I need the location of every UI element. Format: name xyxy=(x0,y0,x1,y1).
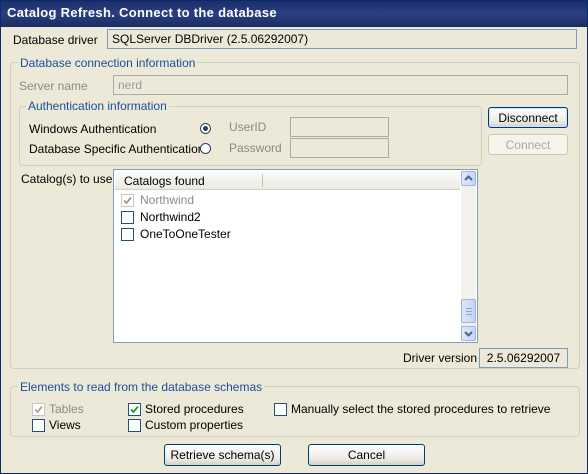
elements-group-legend: Elements to read from the database schem… xyxy=(18,380,265,394)
check-icon xyxy=(130,405,139,414)
catalogs-scrollbar[interactable] xyxy=(461,171,476,341)
authentication-group xyxy=(19,106,482,166)
catalogs-list-header[interactable]: Catalogs found xyxy=(115,171,460,190)
server-name-label: Server name xyxy=(19,79,88,93)
catalogs-found-column-header[interactable]: Catalogs found xyxy=(124,174,205,188)
catalog-checkbox[interactable] xyxy=(121,228,134,241)
catalog-name: Northwind xyxy=(140,193,195,207)
driver-version-field: 2.5.06292007 xyxy=(479,348,568,368)
database-auth-radio[interactable] xyxy=(200,143,211,154)
check-icon xyxy=(34,405,43,414)
tables-checkbox[interactable] xyxy=(32,403,45,416)
scroll-up-arrow-icon xyxy=(464,175,473,181)
scroll-thumb[interactable] xyxy=(461,299,476,323)
database-auth-label: Database Specific Authentication xyxy=(29,142,205,156)
disconnect-button[interactable]: Disconnect xyxy=(488,107,568,128)
connection-group-legend: Database connection information xyxy=(18,56,198,70)
manual-select-label: Manually select the stored procedures to… xyxy=(291,402,551,416)
stored-procedures-label: Stored procedures xyxy=(145,402,244,416)
check-icon xyxy=(123,196,132,205)
window-title: Catalog Refresh. Connect to the database xyxy=(7,5,277,20)
title-bar[interactable]: Catalog Refresh. Connect to the database xyxy=(1,1,587,27)
userid-input[interactable] xyxy=(290,117,389,137)
password-label: Password xyxy=(229,141,282,155)
catalog-checkbox[interactable] xyxy=(121,211,134,224)
database-driver-label: Database driver xyxy=(13,33,98,47)
manual-select-checkbox[interactable] xyxy=(274,403,287,416)
scroll-down-button[interactable] xyxy=(461,326,476,341)
radio-selected-dot xyxy=(203,126,208,131)
server-name-input[interactable]: nerd xyxy=(113,75,568,95)
userid-label: UserID xyxy=(229,120,267,134)
scroll-down-arrow-icon xyxy=(464,331,473,337)
tables-label: Tables xyxy=(49,402,84,416)
password-input[interactable] xyxy=(290,138,389,158)
connect-button[interactable]: Connect xyxy=(488,134,568,155)
catalogs-list[interactable]: Catalogs found Northwind Northwind2 OneT… xyxy=(113,169,478,343)
catalog-refresh-dialog: Catalog Refresh. Connect to the database… xyxy=(0,0,588,474)
custom-properties-label: Custom properties xyxy=(145,418,244,432)
custom-properties-checkbox[interactable] xyxy=(128,419,141,432)
scroll-up-button[interactable] xyxy=(461,171,476,186)
views-label: Views xyxy=(49,418,81,432)
database-driver-field: SQLServer DBDriver (2.5.06292007) xyxy=(107,29,577,49)
column-separator xyxy=(262,174,263,187)
windows-auth-label: Windows Authentication xyxy=(29,122,157,136)
authentication-group-legend: Authentication information xyxy=(26,99,169,113)
catalog-name: Northwind2 xyxy=(140,210,201,224)
driver-version-label: Driver version xyxy=(403,351,478,365)
catalog-name: OneToOneTester xyxy=(140,227,231,241)
cancel-button[interactable]: Cancel xyxy=(308,444,425,466)
retrieve-schemas-button[interactable]: Retrieve schema(s) xyxy=(164,444,281,466)
catalog-checkbox[interactable] xyxy=(121,194,134,207)
stored-procedures-checkbox[interactable] xyxy=(128,403,141,416)
views-checkbox[interactable] xyxy=(32,419,45,432)
windows-auth-radio[interactable] xyxy=(200,123,211,134)
catalogs-to-use-label: Catalog(s) to use xyxy=(21,172,113,186)
